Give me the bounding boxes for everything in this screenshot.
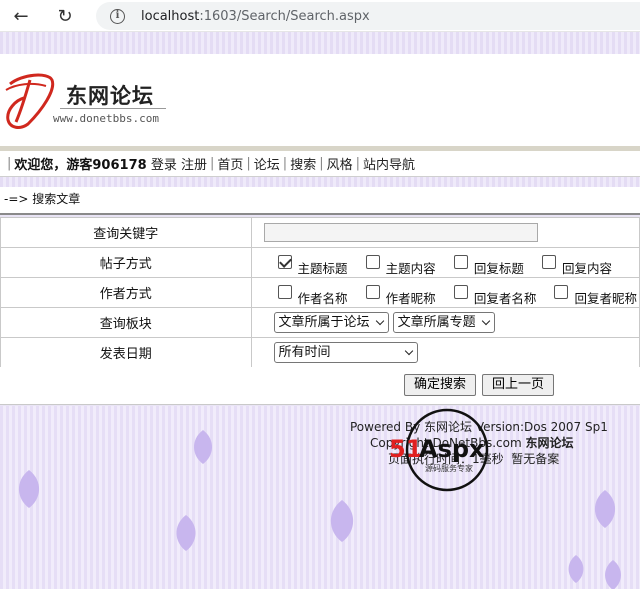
leaf-decoration-icon <box>568 555 584 583</box>
post-topic-title-label: 主题标题 <box>297 261 348 276</box>
nav-forum[interactable]: 论坛 <box>254 154 280 173</box>
replier-nickname-label: 回复者昵称 <box>574 291 637 306</box>
replier-name-checkbox[interactable] <box>453 285 468 299</box>
date-label: 发表日期 <box>0 337 252 368</box>
post-reply-title-label: 回复标题 <box>473 261 524 276</box>
post-mode-cell: 主题标题 主题内容 回复标题 回复内容 <box>250 247 640 278</box>
logo-divider <box>60 108 166 109</box>
post-mode-label: 帖子方式 <box>0 247 252 278</box>
board-cell: 文章所属于论坛 文章所属专题 <box>250 307 640 338</box>
watermark-subtext: 源码服务专家 <box>425 463 473 473</box>
url-text: localhost:1603/Search/Search.aspx <box>141 8 370 24</box>
leaf-decoration-icon <box>193 430 213 464</box>
replier-nickname-checkbox[interactable] <box>554 285 569 299</box>
replier-name-label: 回复者名称 <box>473 291 537 306</box>
author-nickname-checkbox[interactable] <box>365 285 380 299</box>
nav-separator: | <box>209 156 215 171</box>
info-icon[interactable]: i <box>110 8 125 24</box>
watermark-text: Aspx <box>419 435 485 463</box>
author-name-checkbox[interactable] <box>277 285 292 299</box>
table-row: 帖子方式 主题标题 主题内容 回复标题 回复内容 <box>0 247 640 278</box>
breadcrumb: -=> 搜索文章 <box>0 187 640 215</box>
board-label: 查询板块 <box>0 307 252 338</box>
nav-style[interactable]: 风格 <box>327 154 353 173</box>
nav-separator: | <box>282 156 288 171</box>
keyword-input[interactable] <box>263 223 538 242</box>
nav-site-navigation[interactable]: 站内导航 <box>363 154 415 173</box>
top-navbar: | 欢迎您，游客906178 登录 注册 | 首页 | 论坛 | 搜索 | 风格… <box>0 151 640 177</box>
nav-separator: | <box>319 156 324 171</box>
date-cell: 所有时间 <box>250 337 640 368</box>
keyword-cell <box>250 217 640 248</box>
post-topic-content-label: 主题内容 <box>385 261 436 276</box>
leaf-decoration-icon <box>176 515 196 551</box>
top-stripe <box>0 32 640 54</box>
watermark-logo: 51 Aspx 源码服务专家 <box>389 408 489 492</box>
reload-icon[interactable]: ↻ <box>52 4 78 28</box>
board-select[interactable]: 文章所属于论坛 <box>273 312 389 333</box>
search-button[interactable]: 确定搜索 <box>404 374 476 396</box>
browser-toolbar: ← ↻ i localhost:1603/Search/Search.aspx <box>0 0 640 32</box>
author-nickname-label: 作者昵称 <box>385 291 436 306</box>
post-reply-title-checkbox[interactable] <box>453 255 468 269</box>
search-form-table: 查询关键字 帖子方式 主题标题 主题内容 回复标题 回复内容 作者方式 作者名称… <box>0 217 640 368</box>
author-mode-cell: 作者名称 作者昵称 回复者名称 回复者昵称 <box>250 277 640 308</box>
table-row: 作者方式 作者名称 作者昵称 回复者名称 回复者昵称 <box>0 277 640 308</box>
address-bar[interactable]: i localhost:1603/Search/Search.aspx <box>96 2 640 30</box>
site-name: 东网论坛 <box>66 84 154 108</box>
nav-search[interactable]: 搜索 <box>290 154 316 173</box>
nav-login[interactable]: 登录 <box>151 154 177 173</box>
post-topic-content-checkbox[interactable] <box>365 255 380 269</box>
icp-text: 暂无备案 <box>511 452 560 466</box>
topic-select[interactable]: 文章所属专题 <box>392 312 495 333</box>
nav-separator: | <box>7 156 12 171</box>
table-row: 查询板块 文章所属于论坛 文章所属专题 <box>0 307 640 338</box>
back-arrow-icon[interactable]: ← <box>8 4 34 28</box>
nav-separator: | <box>355 156 360 171</box>
date-select[interactable]: 所有时间 <box>273 342 418 363</box>
svg-text:51: 51 <box>389 435 422 463</box>
site-url: www.donetbbs.com <box>53 112 159 125</box>
post-reply-content-label: 回复内容 <box>561 261 612 276</box>
leaf-decoration-icon <box>594 490 616 528</box>
table-row: 发表日期 所有时间 <box>0 337 640 368</box>
logo-icon <box>5 73 55 129</box>
nav-home[interactable]: 首页 <box>217 154 243 173</box>
nav-stripe <box>0 177 640 187</box>
author-mode-label: 作者方式 <box>0 277 252 308</box>
leaf-decoration-icon <box>605 560 621 589</box>
back-button[interactable]: 回上一页 <box>482 374 554 396</box>
leaf-decoration-icon <box>18 470 40 508</box>
welcome-text: 欢迎您，游客906178 <box>14 158 147 173</box>
post-topic-title-checkbox[interactable] <box>277 255 292 269</box>
form-buttons-row: 确定搜索 回上一页 <box>0 367 640 405</box>
nav-register[interactable]: 注册 <box>181 154 207 173</box>
author-name-label: 作者名称 <box>297 291 348 306</box>
keyword-label: 查询关键字 <box>0 217 252 248</box>
leaf-decoration-icon <box>330 500 354 542</box>
post-reply-content-checkbox[interactable] <box>541 255 556 269</box>
table-row: 查询关键字 <box>0 217 640 248</box>
nav-separator: | <box>246 156 251 171</box>
